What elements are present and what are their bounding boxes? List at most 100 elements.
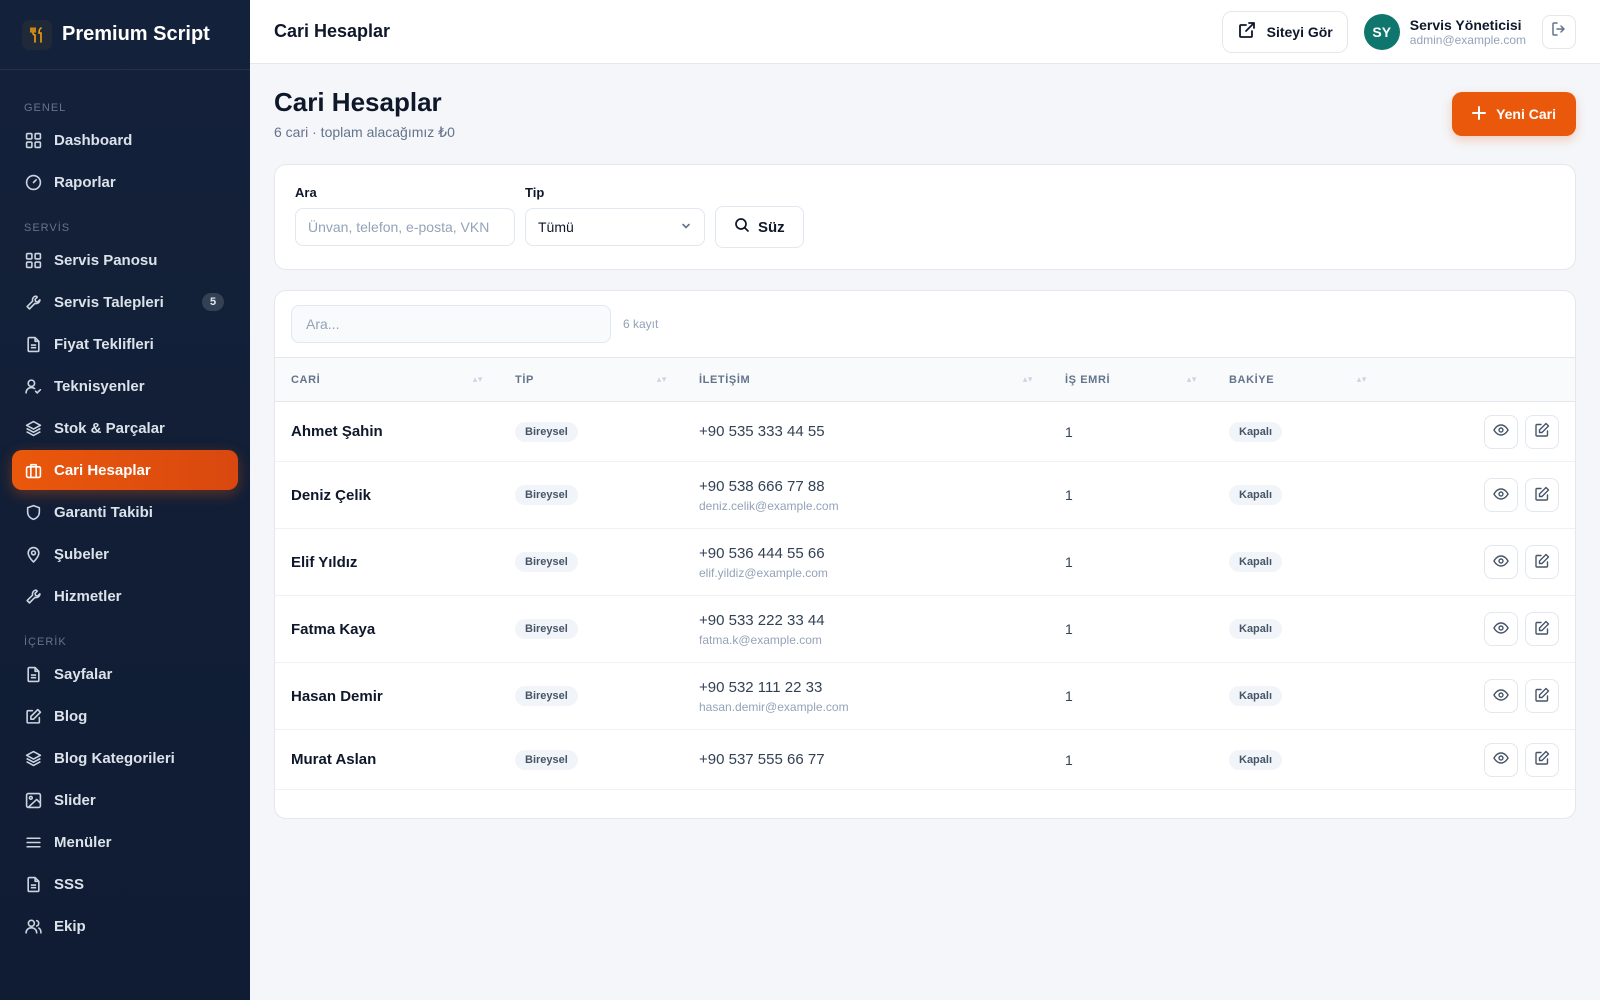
balance-badge: Kapalı [1229,686,1283,706]
document-icon [24,665,42,683]
grid-icon [24,131,42,149]
table-row[interactable]: Deniz Çelik Bireysel +90 538 666 77 88 deni… [275,462,1575,529]
user-menu[interactable]: SY Servis Yöneticisi admin@example.com [1363,13,1526,50]
view-site-button[interactable]: Siteyi Gör [1221,10,1348,53]
sidebar-item-menuler[interactable]: Menüler [12,822,238,862]
sidebar-item-cari-hesaplar[interactable]: Cari Hesaplar [12,450,238,490]
sidebar-item-hizmetler[interactable]: Hizmetler [12,576,238,616]
new-account-button[interactable]: Yeni Cari [1452,92,1576,136]
view-button[interactable] [1484,679,1518,713]
balance-badge: Kapalı [1229,421,1283,442]
account-name[interactable]: Deniz Çelik [275,462,499,529]
balance-badge: Kapalı [1229,485,1283,505]
sidebar-item-fiyat-teklifleri[interactable]: Fiyat Teklifleri [12,324,238,364]
sidebar-item-servis-talepleri[interactable]: Servis Talepleri 5 [12,282,238,322]
sidebar-item-sss[interactable]: SSS [12,864,238,904]
edit-button[interactable] [1525,478,1559,512]
edit-button[interactable] [1525,545,1559,579]
sidebar-item-label: Teknisyenler [54,377,145,395]
contact-email: fatma.k@example.com [699,632,822,647]
type-badge: Bireysel [515,485,578,505]
work-order-count: 1 [1065,487,1073,503]
contact-phone: +90 532 111 22 33 [699,678,823,696]
sidebar-item-raporlar[interactable]: Raporlar [12,162,238,202]
view-button[interactable] [1484,742,1518,777]
balance-badge: Kapalı [1229,552,1283,572]
sidebar-item-teknisyenler[interactable]: Teknisyenler [12,366,238,406]
sidebar-item-blog[interactable]: Blog [12,696,238,736]
account-name[interactable]: Ahmet Şahin [275,402,499,462]
sidebar-item-label: Cari Hesaplar [54,461,151,479]
column-header-account[interactable]: CARİ ▴▾ [275,358,499,402]
sidebar-item-servis-panosu[interactable]: Servis Panosu [12,240,238,280]
column-header-balance[interactable]: BAKİYE ▴▾ [1213,358,1383,402]
layers-icon [24,749,42,767]
edit-button[interactable] [1525,742,1559,777]
search-icon [734,217,750,237]
grid-icon [24,251,42,269]
type-select[interactable]: Tümü [525,208,705,246]
sort-icon: ▴▾ [1186,374,1197,384]
contact-email: hasan.demir@example.com [699,699,849,714]
sidebar-item-garanti-takibi[interactable]: Garanti Takibi [12,492,238,532]
account-name[interactable]: Murat Aslan [275,730,499,790]
sidebar-item-stok-parcalar[interactable]: Stok & Parçalar [12,408,238,448]
sidebar-item-subeler[interactable]: Şubeler [12,534,238,574]
table-header-row: CARİ ▴▾ TİP ▴▾ İLETİŞİM ▴▾ İŞ EMRİ ▴▾ BAKİYE… [275,357,1575,402]
filter-search-input[interactable] [295,208,515,246]
sidebar-nav: GENEL Dashboard Raporlar SERVİS Servis Panos… [0,70,250,946]
user-check-icon [24,377,42,395]
sidebar-item-label: Garanti Takibi [54,503,153,521]
column-header-contact[interactable]: İLETİŞİM ▴▾ [683,358,1049,402]
new-account-label: Yeni Cari [1496,106,1556,122]
filter-submit-button[interactable]: Süz [715,206,804,248]
filter-submit-label: Süz [758,218,785,236]
sidebar-item-slider[interactable]: Slider [12,780,238,820]
fork-knife-icon [22,19,52,50]
edit-button[interactable] [1525,679,1559,713]
view-button[interactable] [1484,414,1518,449]
account-name[interactable]: Hasan Demir [275,663,499,730]
edit-button[interactable] [1525,414,1559,449]
sidebar-item-label: Raporlar [54,173,116,191]
sort-icon: ▴▾ [656,374,667,384]
table-row[interactable]: Ahmet Şahin Bireysel +90 535 333 44 55 1 Kap… [275,402,1575,462]
column-header-actions [1383,358,1575,402]
sidebar-item-label: Servis Panosu [54,251,158,269]
sidebar-item-dashboard[interactable]: Dashboard [12,120,238,160]
table-row[interactable]: Fatma Kaya Bireysel +90 533 222 33 44 fatma… [275,596,1575,663]
sidebar: Premium Script GENEL Dashboard Raporlar SER… [0,0,250,1000]
logout-icon [1551,21,1567,42]
contact-phone: +90 535 333 44 55 [699,423,825,440]
view-button[interactable] [1484,478,1518,512]
chevron-down-icon [680,219,692,235]
eye-icon [1493,486,1509,505]
sidebar-item-blog-kategorileri[interactable]: Blog Kategorileri [12,738,238,778]
view-button[interactable] [1484,545,1518,579]
brand-name: Premium Script [62,23,210,45]
map-pin-icon [24,545,42,563]
table-search-input[interactable] [291,305,611,343]
account-name[interactable]: Fatma Kaya [275,596,499,663]
brand[interactable]: Premium Script [0,0,250,70]
table-row[interactable]: Hasan Demir Bireysel +90 532 111 22 33 hasa… [275,663,1575,730]
sidebar-item-label: Servis Talepleri [54,293,164,311]
type-badge: Bireysel [515,686,578,706]
account-name[interactable]: Elif Yıldız [275,529,499,596]
table-row[interactable]: Murat Aslan Bireysel +90 537 555 66 77 1 Kap… [275,730,1575,790]
table-row[interactable]: Elif Yıldız Bireysel +90 536 444 55 66 elif… [275,529,1575,596]
search-label: Ara [295,185,317,200]
type-label: Tip [525,185,545,200]
sidebar-item-ekip[interactable]: Ekip [12,906,238,946]
eye-icon [1493,553,1509,572]
view-button[interactable] [1484,612,1518,646]
edit-button[interactable] [1525,612,1559,646]
logout-button[interactable] [1542,14,1576,49]
type-badge: Bireysel [515,552,578,572]
column-header-work-orders[interactable]: İŞ EMRİ ▴▾ [1049,358,1213,402]
edit-icon [1534,687,1550,706]
column-header-type[interactable]: TİP ▴▾ [499,358,683,402]
briefcase-icon [24,461,42,479]
page-title: Cari Hesaplar [274,87,442,117]
sidebar-item-sayfalar[interactable]: Sayfalar [12,654,238,694]
